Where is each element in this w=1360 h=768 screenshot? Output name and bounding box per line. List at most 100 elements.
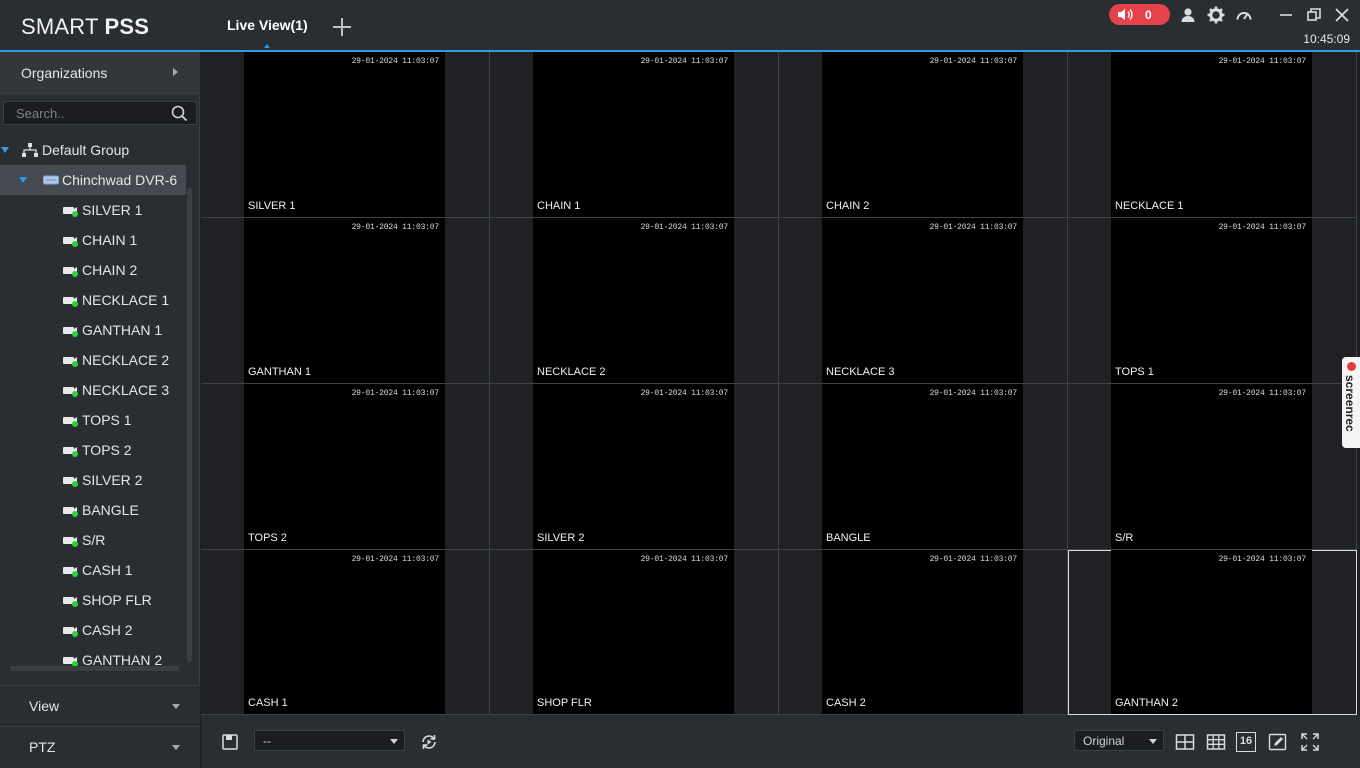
video-feed[interactable]: 29-01-2024 11:03:07 TOPS 1 <box>1111 218 1312 383</box>
close-icon[interactable] <box>1333 6 1351 24</box>
alarm-count: 0 <box>1145 8 1152 22</box>
smart-pss-window: SMART PSS Live View(1) 0 10:45:09 Organi… <box>0 0 1360 768</box>
video-feed[interactable]: 29-01-2024 11:03:07 GANTHAN 2 <box>1111 550 1312 714</box>
tree-node-channel[interactable]: SHOP FLR <box>0 585 186 615</box>
video-feed[interactable]: 29-01-2024 11:03:07 SHOP FLR <box>533 550 734 714</box>
video-feed[interactable]: 29-01-2024 11:03:07 TOPS 2 <box>244 384 445 549</box>
video-feed[interactable]: 29-01-2024 11:03:07 GANTHAN 1 <box>244 218 445 383</box>
video-cell[interactable]: 29-01-2024 11:03:07 CASH 1 <box>201 550 490 715</box>
channel-name-overlay: SILVER 1 <box>248 200 296 212</box>
video-feed[interactable]: 29-01-2024 11:03:07 CASH 1 <box>244 550 445 714</box>
osd-timestamp: 29-01-2024 11:03:07 <box>929 57 1018 66</box>
tree-node-dvr[interactable]: Chinchwad DVR-6 <box>0 165 186 195</box>
organizations-header[interactable]: Organizations <box>0 52 200 95</box>
split-9-layout-icon[interactable] <box>1206 732 1226 752</box>
tree-node-channel[interactable]: CHAIN 2 <box>0 255 186 285</box>
video-feed[interactable]: 29-01-2024 11:03:07 NECKLACE 3 <box>822 218 1023 383</box>
video-cell[interactable]: 29-01-2024 11:03:07 SHOP FLR <box>490 550 779 715</box>
alarm-button[interactable]: 0 <box>1109 4 1170 25</box>
video-cell[interactable]: 29-01-2024 11:03:07 GANTHAN 1 <box>201 218 490 384</box>
tree-horizontal-scrollbar[interactable] <box>10 666 179 671</box>
video-cell[interactable]: 29-01-2024 11:03:07 SILVER 2 <box>490 384 779 550</box>
video-cell[interactable]: 29-01-2024 11:03:07 BANGLE <box>779 384 1068 550</box>
video-cell[interactable]: 29-01-2024 11:03:07 NECKLACE 1 <box>1068 52 1357 218</box>
video-cell[interactable]: 29-01-2024 11:03:07 GANTHAN 2 <box>1068 550 1357 715</box>
performance-gauge-icon[interactable] <box>1235 6 1253 24</box>
tree-node-channel[interactable]: GANTHAN 1 <box>0 315 186 345</box>
tree-node-channel[interactable]: S/R <box>0 525 186 555</box>
tree-node-channel[interactable]: NECKLACE 1 <box>0 285 186 315</box>
osd-timestamp: 29-01-2024 11:03:07 <box>640 389 729 398</box>
tree-node-channel[interactable]: SILVER 1 <box>0 195 186 225</box>
tree-node-channel[interactable]: TOPS 2 <box>0 435 186 465</box>
osd-timestamp: 29-01-2024 11:03:07 <box>640 555 729 564</box>
video-cell[interactable]: 29-01-2024 11:03:07 TOPS 1 <box>1068 218 1357 384</box>
edit-layout-icon[interactable] <box>1268 732 1288 752</box>
video-feed[interactable]: 29-01-2024 11:03:07 BANGLE <box>822 384 1023 549</box>
view-select[interactable]: -- <box>254 730 405 751</box>
video-cell[interactable]: 29-01-2024 11:03:07 NECKLACE 2 <box>490 218 779 384</box>
chevron-down-icon <box>1149 739 1157 744</box>
tree-node-channel[interactable]: TOPS 1 <box>0 405 186 435</box>
camera-online-icon <box>63 627 78 637</box>
tree-node-channel[interactable]: NECKLACE 3 <box>0 375 186 405</box>
tree-node-channel[interactable]: CASH 1 <box>0 555 186 585</box>
video-feed[interactable]: 29-01-2024 11:03:07 CASH 2 <box>822 550 1023 714</box>
split-16-layout-button[interactable]: 16 <box>1236 732 1256 752</box>
video-cell[interactable]: 29-01-2024 11:03:07 TOPS 2 <box>201 384 490 550</box>
video-cell[interactable]: 29-01-2024 11:03:07 SILVER 1 <box>201 52 490 218</box>
video-feed[interactable]: 29-01-2024 11:03:07 CHAIN 2 <box>822 52 1023 217</box>
live-view-grid: 29-01-2024 11:03:07 SILVER 1 29-01-2024 11… <box>201 52 1357 715</box>
tree-node-channel[interactable]: CASH 2 <box>0 615 186 645</box>
stream-select[interactable]: Original <box>1074 730 1164 751</box>
video-cell[interactable]: 29-01-2024 11:03:07 CHAIN 1 <box>490 52 779 218</box>
screenrec-tab[interactable]: screenrec <box>1342 357 1360 448</box>
tree-vertical-scrollbar[interactable] <box>187 188 192 662</box>
search-input[interactable] <box>16 104 166 122</box>
osd-timestamp: 29-01-2024 11:03:07 <box>351 389 440 398</box>
tree-node-channel[interactable]: SILVER 2 <box>0 465 186 495</box>
user-icon[interactable] <box>1179 6 1197 24</box>
video-feed[interactable]: 29-01-2024 11:03:07 S/R <box>1111 384 1312 549</box>
video-cell[interactable]: 29-01-2024 11:03:07 NECKLACE 3 <box>779 218 1068 384</box>
view-panel-header[interactable]: View <box>0 685 200 726</box>
tree-node-label: SILVER 1 <box>82 202 143 218</box>
restore-icon[interactable] <box>1305 6 1323 24</box>
channel-name-overlay: NECKLACE 3 <box>826 366 895 378</box>
tree-node-label: Default Group <box>42 142 130 158</box>
tree-node-channel[interactable]: CHAIN 1 <box>0 225 186 255</box>
gear-icon[interactable] <box>1207 6 1225 24</box>
video-cell[interactable]: 29-01-2024 11:03:07 S/R <box>1068 384 1357 550</box>
expand-caret-icon[interactable] <box>1 147 9 153</box>
save-view-icon[interactable] <box>220 732 240 752</box>
tree-node-default-group[interactable]: Default Group <box>0 135 186 165</box>
camera-online-icon <box>63 567 78 577</box>
camera-online-icon <box>63 387 78 397</box>
tree-node-channel[interactable]: BANGLE <box>0 495 186 525</box>
video-feed[interactable]: 29-01-2024 11:03:07 CHAIN 1 <box>533 52 734 217</box>
video-feed[interactable]: 29-01-2024 11:03:07 SILVER 2 <box>533 384 734 549</box>
tree-node-channel[interactable]: NECKLACE 2 <box>0 345 186 375</box>
channel-name-overlay: NECKLACE 1 <box>1115 200 1184 212</box>
camera-online-icon <box>63 477 78 487</box>
video-feed[interactable]: 29-01-2024 11:03:07 NECKLACE 2 <box>533 218 734 383</box>
add-tab-button[interactable] <box>331 16 353 38</box>
osd-timestamp: 29-01-2024 11:03:07 <box>929 223 1018 232</box>
channel-name-overlay: CASH 2 <box>826 697 866 709</box>
expand-caret-icon[interactable] <box>19 177 27 183</box>
minimize-icon[interactable] <box>1277 6 1295 24</box>
fullscreen-icon[interactable] <box>1300 732 1320 752</box>
tab-live-view[interactable]: Live View(1) <box>227 17 308 33</box>
ptz-panel-header[interactable]: PTZ <box>0 726 200 767</box>
live-view-toolbar: -- Original 16 <box>201 715 1360 768</box>
org-hierarchy-icon <box>22 143 38 157</box>
video-feed[interactable]: 29-01-2024 11:03:07 NECKLACE 1 <box>1111 52 1312 217</box>
channel-name-overlay: TOPS 2 <box>248 532 287 544</box>
split-4-layout-icon[interactable] <box>1175 732 1195 752</box>
video-cell[interactable]: 29-01-2024 11:03:07 CASH 2 <box>779 550 1068 715</box>
video-feed[interactable]: 29-01-2024 11:03:07 SILVER 1 <box>244 52 445 217</box>
search-icon[interactable] <box>171 105 188 122</box>
video-cell[interactable]: 29-01-2024 11:03:07 CHAIN 2 <box>779 52 1068 218</box>
refresh-cycle-icon[interactable] <box>419 732 439 752</box>
tree-node-label: BANGLE <box>82 502 139 518</box>
